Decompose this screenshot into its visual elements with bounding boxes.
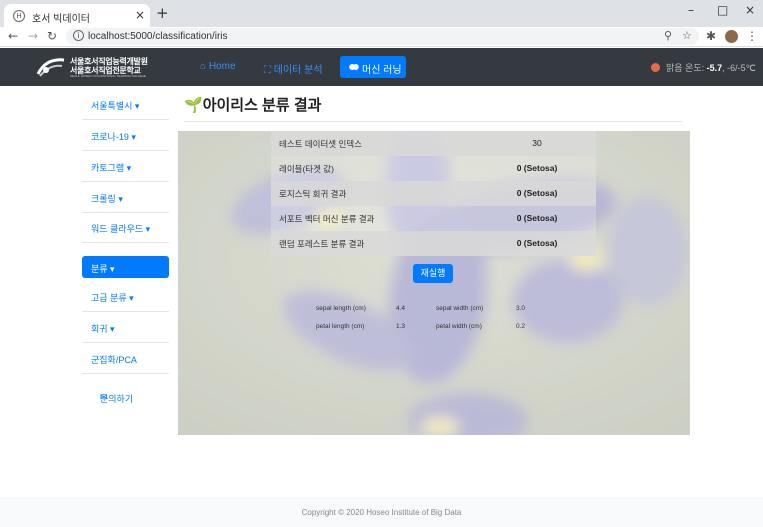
result-key: 랜덤 포레스트 분류 결과 <box>279 239 365 249</box>
sidebar-item-crawling[interactable]: 크롤링 ▾ <box>82 183 169 213</box>
sidebar-item-cartogram[interactable]: 카토그램 ▾ <box>82 152 169 182</box>
page-title: 🌱아이리스 분류 결과 <box>184 94 321 115</box>
result-row-logistic: 로지스틱 회귀 결과 0 (Setosa) <box>271 181 596 206</box>
sidebar-item-label: 고급 분류 ▾ <box>91 293 134 303</box>
sidebar-item-wordcloud[interactable]: 워드 클라우드 ▾ <box>82 213 169 243</box>
result-value: 0 (Setosa) <box>516 213 558 223</box>
sidebar-item-label: 군집화/PCA <box>91 355 137 365</box>
bookmark-star-icon[interactable]: ☆ <box>682 29 692 42</box>
result-row-test-index: 테스트 데이터셋 인덱스 30 <box>271 131 596 156</box>
result-value: 30 <box>532 138 542 148</box>
sidebar-item-seoul[interactable]: 서울특별시 ▾ <box>82 90 169 120</box>
result-row-random-forest: 랜덤 포레스트 분류 결과 0 (Setosa) <box>271 231 596 256</box>
sidebar-item-label: 서울특별시 ▾ <box>91 101 140 111</box>
sidebar-item-label: 워드 클라우드 ▾ <box>91 224 151 234</box>
petal-width-label: petal width (cm) <box>436 323 482 330</box>
sidebar-item-label: 크롤링 ▾ <box>91 194 123 204</box>
maximize-icon[interactable]: □ <box>717 3 728 17</box>
footer: Copyright © 2020 Hoseo Institute of Big … <box>0 497 763 527</box>
result-panel: 테스트 데이터셋 인덱스 30 레이블(타겟 값) 0 (Setosa) 로지스… <box>178 131 690 435</box>
sepal-width-label: sepal width (cm) <box>436 305 484 312</box>
sidebar-item-label: 카토그램 ▾ <box>91 163 132 173</box>
browser-tabstrip: H 호서 빅데이터 × + – □ × <box>0 0 763 27</box>
weather-label: 맑음 온도: <box>666 63 705 73</box>
back-icon[interactable]: ← <box>8 29 18 43</box>
logo-text-3: SEOUL HOSEO OCCUPATIONAL TRAINING COLLEG… <box>70 74 146 78</box>
site-info-icon[interactable]: i <box>73 30 84 41</box>
sepal-length-value: 4.4 <box>396 305 406 312</box>
result-key: 테스트 데이터셋 인덱스 <box>279 139 362 149</box>
result-key: 레이블(타겟 값) <box>279 164 334 174</box>
profile-avatar[interactable] <box>725 30 738 43</box>
chart-line-icon: ⛶ <box>264 65 271 76</box>
brain-icon <box>349 64 359 70</box>
weather-range: , -6/-5℃ <box>722 63 756 73</box>
title-divider <box>184 121 682 122</box>
browser-menu-icon[interactable]: ⋮ <box>746 29 758 43</box>
site-logo[interactable]: 서울호서직업능력개발원 서울호서직업전문학교 SEOUL HOSEO OCCUP… <box>36 54 148 80</box>
sidebar-item-label: 분류 ▾ <box>91 264 115 274</box>
extensions-icon[interactable]: ✱ <box>706 29 716 43</box>
rerun-button[interactable]: 재실행 <box>413 264 453 283</box>
result-key: 로지스틱 회귀 결과 <box>279 189 347 199</box>
petal-width-value: 0.2 <box>516 323 526 330</box>
sidebar-item-advanced-classification[interactable]: 고급 분류 ▾ <box>82 282 169 312</box>
sidebar-item-regression[interactable]: 회귀 ▾ <box>82 313 169 343</box>
sidebar-item-covid19[interactable]: 코로나-19 ▾ <box>82 121 169 151</box>
nav-home-label: Home <box>208 61 236 72</box>
nav-data-analysis[interactable]: ⛶ 데이터 분석 <box>264 61 323 76</box>
site-favicon-icon: H <box>13 10 25 22</box>
sidebar-item-clustering-pca[interactable]: 군집화/PCA <box>82 344 169 374</box>
logo-mark-icon <box>36 58 65 77</box>
tab-title: 호서 빅데이터 <box>32 14 90 25</box>
page-title-text: 아이리스 분류 결과 <box>202 97 322 114</box>
nav-home[interactable]: ⌂ Home <box>200 61 236 72</box>
sepal-length-label: sepal length (cm) <box>316 305 366 312</box>
zoom-icon[interactable]: ⚲ <box>664 29 672 42</box>
sidebar-item-label: 회귀 ▾ <box>91 324 115 334</box>
result-value: 0 (Setosa) <box>516 238 558 248</box>
weather-icon <box>651 63 660 72</box>
minimize-icon[interactable]: – <box>688 3 694 17</box>
forward-icon[interactable]: → <box>28 29 38 43</box>
petal-length-value: 1.3 <box>396 323 406 330</box>
url-field[interactable]: i localhost:5000/classification/iris ⚲ ☆ <box>66 28 699 45</box>
nav-machine-learning[interactable]: 머신 러닝 <box>340 56 406 78</box>
result-key: 서포트 벡터 머신 분류 결과 <box>279 214 375 224</box>
seedling-icon: 🌱 <box>184 97 203 114</box>
weather-temp: -5.7 <box>706 63 723 73</box>
home-icon: ⌂ <box>200 61 207 72</box>
sidebar-item-contact[interactable]: ✉ 문의하기 <box>82 374 169 404</box>
sidebar-item-classification[interactable]: 분류 ▾ <box>82 256 169 278</box>
result-row-svm: 서포트 벡터 머신 분류 결과 0 (Setosa) <box>271 206 596 231</box>
new-tab-icon[interactable]: + <box>156 4 169 22</box>
window-close-icon[interactable]: × <box>745 3 755 17</box>
browser-tab[interactable]: H 호서 빅데이터 × <box>4 4 150 27</box>
site-navbar: 서울호서직업능력개발원 서울호서직업전문학교 SEOUL HOSEO OCCUP… <box>0 48 763 86</box>
result-value: 0 (Setosa) <box>516 163 558 173</box>
sepal-width-value: 3.0 <box>516 305 526 312</box>
tab-close-icon[interactable]: × <box>135 8 145 22</box>
sidebar-item-label: 문의하기 <box>100 394 134 404</box>
address-bar: ← → ↻ i localhost:5000/classification/ir… <box>0 27 763 47</box>
copyright-text: Copyright © 2020 Hoseo Institute of Big … <box>301 508 462 517</box>
petal-length-label: petal length (cm) <box>316 323 365 330</box>
sidebar-item-label: 코로나-19 ▾ <box>91 132 136 142</box>
reload-icon[interactable]: ↻ <box>47 29 57 43</box>
weather-info: 맑음 온도: -5.7, -6/-5℃ <box>666 61 756 74</box>
url-text: localhost:5000/classification/iris <box>88 31 228 42</box>
nav-data-analysis-label: 데이터 분석 <box>273 65 323 76</box>
result-value: 0 (Setosa) <box>516 188 558 198</box>
result-row-label: 레이블(타겟 값) 0 (Setosa) <box>271 156 596 181</box>
nav-machine-learning-label: 머신 러닝 <box>362 65 402 76</box>
